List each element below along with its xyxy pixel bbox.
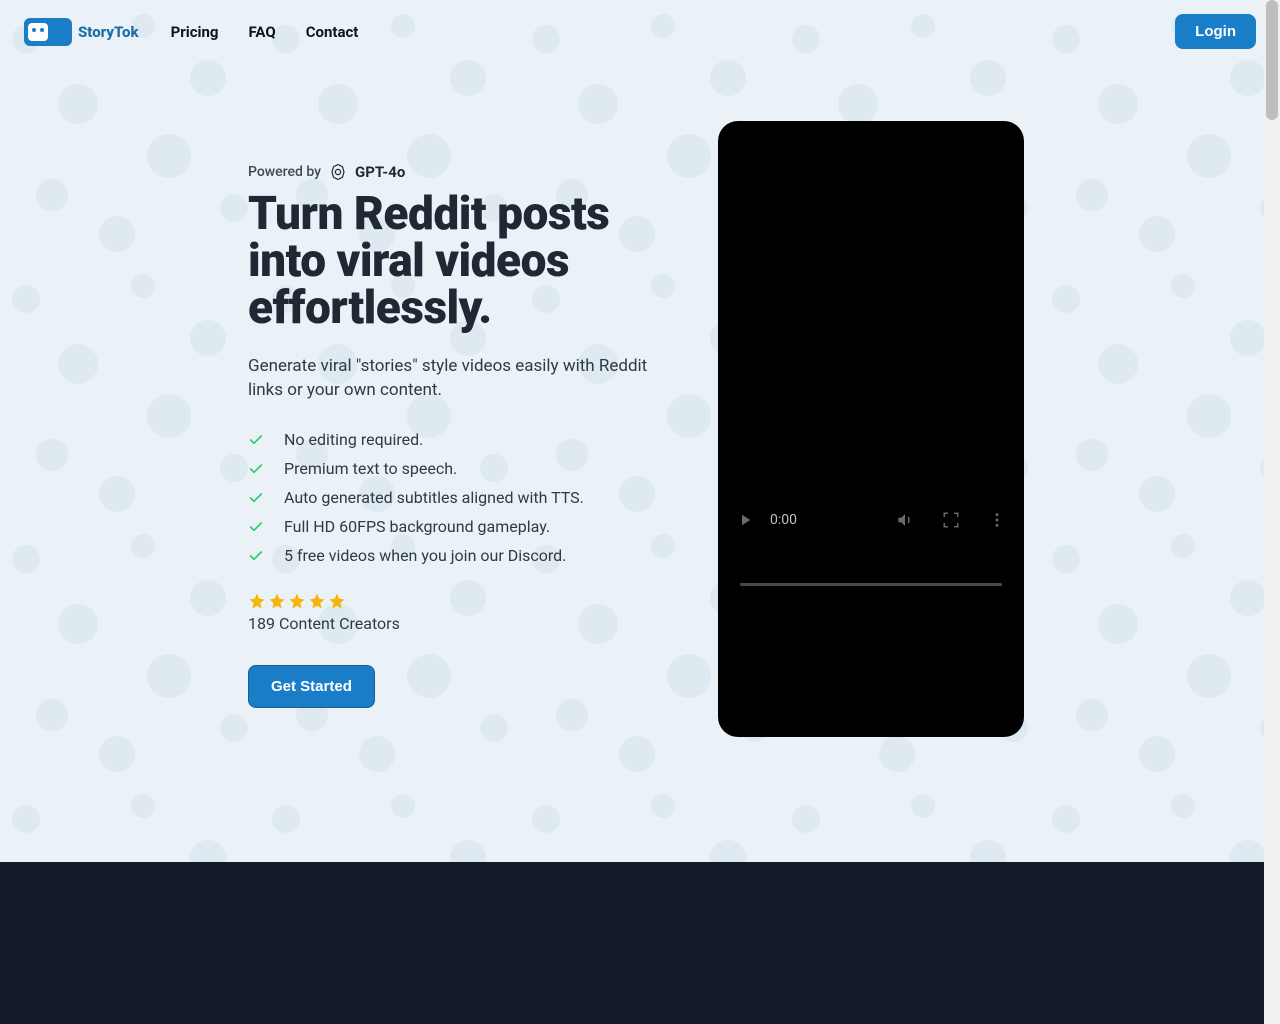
- feature-item: Premium text to speech.: [248, 454, 678, 483]
- fullscreen-icon[interactable]: [942, 511, 960, 529]
- star-icon: [248, 592, 266, 610]
- feature-text: Auto generated subtitles aligned with TT…: [284, 488, 584, 507]
- feature-text: Full HD 60FPS background gameplay.: [284, 517, 550, 536]
- scrollbar[interactable]: [1264, 0, 1280, 1024]
- play-icon[interactable]: [736, 511, 754, 529]
- logo-text: StoryTok: [78, 23, 139, 41]
- hero-video-column: 0:00: [718, 163, 1024, 737]
- nav-links: Pricing FAQ Contact: [171, 23, 359, 41]
- hero-headline: Turn Reddit posts into viral videos effo…: [248, 191, 678, 332]
- nav-left: StoryTok Pricing FAQ Contact: [24, 18, 358, 46]
- feature-text: 5 free videos when you join our Discord.: [284, 546, 566, 565]
- video-player[interactable]: 0:00: [718, 121, 1024, 737]
- top-nav: StoryTok Pricing FAQ Contact Login: [0, 0, 1280, 63]
- powered-by-model: GPT-4o: [355, 163, 405, 181]
- login-button[interactable]: Login: [1175, 14, 1256, 49]
- feature-item: No editing required.: [248, 425, 678, 454]
- star-rating: [248, 592, 678, 610]
- powered-by-label: Powered by: [248, 164, 321, 180]
- star-icon: [268, 592, 286, 610]
- more-icon[interactable]: [988, 511, 1006, 529]
- volume-icon[interactable]: [896, 511, 914, 529]
- check-icon: [248, 548, 264, 564]
- star-icon: [328, 592, 346, 610]
- hero-content: Powered by GPT-4o Turn Reddit posts into…: [248, 163, 678, 737]
- nav-link-contact[interactable]: Contact: [306, 23, 359, 41]
- get-started-button[interactable]: Get Started: [248, 665, 375, 708]
- video-progress[interactable]: [740, 583, 1002, 586]
- scrollbar-thumb[interactable]: [1266, 0, 1278, 120]
- feature-text: No editing required.: [284, 430, 423, 449]
- feature-item: 5 free videos when you join our Discord.: [248, 541, 678, 570]
- nav-link-faq[interactable]: FAQ: [249, 23, 276, 41]
- logo-icon: [24, 18, 72, 46]
- feature-text: Premium text to speech.: [284, 459, 457, 478]
- hero-section: Powered by GPT-4o Turn Reddit posts into…: [0, 63, 1280, 737]
- logo[interactable]: StoryTok: [24, 18, 139, 46]
- check-icon: [248, 490, 264, 506]
- check-icon: [248, 432, 264, 448]
- powered-by-row: Powered by GPT-4o: [248, 163, 678, 181]
- hero-subhead: Generate viral "stories" style videos ea…: [248, 354, 678, 403]
- star-icon: [308, 592, 326, 610]
- feature-item: Auto generated subtitles aligned with TT…: [248, 483, 678, 512]
- check-icon: [248, 461, 264, 477]
- video-time: 0:00: [770, 512, 797, 528]
- feature-list: No editing required. Premium text to spe…: [248, 425, 678, 570]
- check-icon: [248, 519, 264, 535]
- openai-icon: [329, 163, 347, 181]
- feature-item: Full HD 60FPS background gameplay.: [248, 512, 678, 541]
- creators-count: 189 Content Creators: [248, 614, 678, 633]
- dark-section: [0, 862, 1280, 1024]
- video-controls: 0:00: [726, 489, 1016, 619]
- star-icon: [288, 592, 306, 610]
- nav-link-pricing[interactable]: Pricing: [171, 23, 219, 41]
